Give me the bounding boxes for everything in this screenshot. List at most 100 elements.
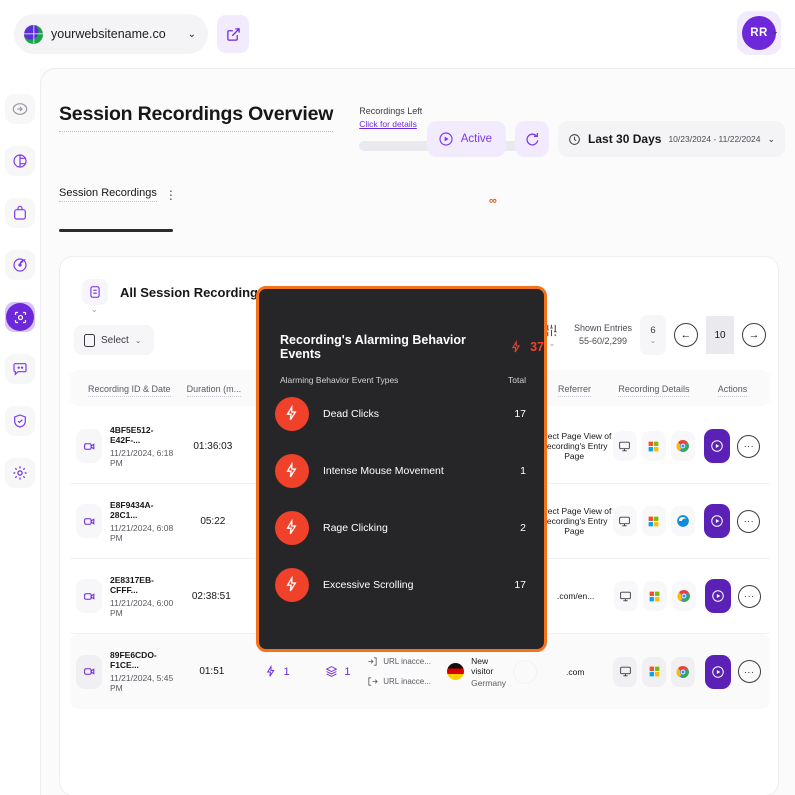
visitor-country: Germany (471, 678, 506, 688)
gear-icon (12, 465, 28, 481)
popover-title-row: Recording's Alarming Behavior Events 37 (259, 289, 544, 361)
chevron-down-icon: ⌄ (91, 305, 98, 314)
bag-icon (12, 205, 28, 221)
recording-id: 2E8317EB-CFFF... (110, 575, 177, 595)
shield-check-icon (12, 413, 28, 429)
alarming-behavior-icon (265, 665, 278, 678)
kebab-menu-icon[interactable]: ⋮ (165, 188, 178, 202)
play-icon (711, 589, 725, 603)
video-icon (76, 429, 102, 463)
recording-id-cell: 89FE6CDO-F1CE... 11/21/2024, 5:45 PM (70, 650, 177, 693)
select-dropdown[interactable]: Select ⌄ (74, 325, 154, 355)
monitor-icon[interactable] (613, 431, 637, 461)
rows-per-page-select[interactable]: 6 ⌄ (640, 315, 666, 355)
alarming-cell[interactable]: 1 (246, 665, 308, 678)
sidebar-item-session-recordings[interactable] (5, 302, 35, 332)
refresh-icon (524, 131, 540, 147)
recording-date: 11/21/2024, 6:08 PM (110, 523, 178, 543)
play-recording-button[interactable] (704, 504, 730, 538)
sidebar-item-settings[interactable] (5, 458, 35, 488)
recording-details-cell (614, 581, 696, 611)
site-selector[interactable]: yourwebsitename.co ⌄ (14, 14, 208, 54)
column-header-recording-details[interactable]: Recording Details (618, 384, 689, 397)
next-page-button[interactable]: → (742, 323, 766, 347)
chevron-down-icon: ⌄ (549, 339, 556, 348)
alarming-behavior-icon (275, 511, 309, 545)
video-glyph-icon (83, 515, 96, 528)
avatar[interactable]: RR ⌄ (737, 11, 781, 55)
popover-event-label: Excessive Scrolling (323, 579, 514, 591)
pie-chart-icon (12, 153, 28, 169)
play-icon (710, 514, 724, 528)
windows-icon[interactable] (642, 657, 666, 687)
prev-page-button[interactable]: ← (674, 323, 698, 347)
current-page-number[interactable]: 10 (706, 316, 734, 354)
video-icon (76, 655, 102, 689)
refresh-button[interactable] (515, 121, 549, 157)
tab-session-recordings[interactable]: Session Recordings (59, 187, 157, 202)
date-range-picker[interactable]: Last 30 Days 10/23/2024 - 11/22/2024 ⌄ (558, 121, 785, 157)
sidebar-item-feedback[interactable] (5, 354, 35, 384)
popover-event-total: 17 (514, 579, 526, 591)
popover-total-count: 37 (530, 340, 544, 354)
play-circle-icon (438, 131, 454, 147)
video-glyph-icon (83, 665, 96, 678)
monitor-icon[interactable] (613, 506, 637, 536)
monitor-icon[interactable] (613, 657, 637, 687)
column-header-duration[interactable]: Duration (m... (187, 384, 242, 397)
visitor-cell: New visitor Germany (447, 656, 537, 688)
chrome-icon[interactable] (671, 431, 695, 461)
row-more-button[interactable]: ··· (737, 510, 760, 533)
chrome-icon[interactable] (671, 657, 695, 687)
status-label: Active (461, 133, 492, 145)
visited-pages-cell[interactable]: 1 (309, 665, 368, 678)
edge-icon[interactable] (671, 506, 695, 536)
page-title: Session Recordings Overview (59, 103, 333, 132)
windows-icon[interactable] (642, 431, 666, 461)
sidebar-item-analytics[interactable] (5, 146, 35, 176)
exit-url-text: URL inacce... (383, 677, 431, 686)
play-recording-button[interactable] (704, 429, 730, 463)
video-icon (76, 504, 102, 538)
video-glyph-icon (83, 590, 96, 603)
row-more-button[interactable]: ··· (737, 435, 760, 458)
popover-event-row: Dead Clicks 17 (259, 385, 544, 442)
popover-event-total: 17 (514, 408, 526, 420)
recording-target-icon (13, 310, 28, 325)
open-site-button[interactable] (217, 15, 249, 53)
play-recording-button[interactable] (705, 655, 731, 689)
play-recording-button[interactable] (705, 579, 731, 613)
exit-arrow-icon (367, 676, 378, 687)
popover-column-headers: Alarming Behavior Event Types Total (259, 361, 544, 385)
column-header-recording-id[interactable]: Recording ID & Date (88, 384, 171, 397)
recording-id-cell: 4BF5E512-E42F-... 11/21/2024, 6:18 PM (70, 425, 178, 468)
row-more-button[interactable]: ··· (738, 585, 761, 608)
monitor-icon[interactable] (614, 581, 638, 611)
header-controls: Active Last 30 Days 10/23/2024 - 11/22/2… (427, 121, 785, 157)
tab-active-underline (59, 229, 173, 232)
chrome-icon[interactable] (672, 581, 696, 611)
column-header-actions[interactable]: Actions (718, 384, 748, 397)
windows-icon[interactable] (643, 581, 667, 611)
sidebar-item-privacy[interactable] (5, 406, 35, 436)
exit-url: URL inacce... (367, 676, 447, 687)
checkbox-icon (84, 334, 95, 347)
status-button[interactable]: Active (427, 121, 506, 157)
popover-event-label: Rage Clicking (323, 522, 520, 534)
actions-cell: ··· (696, 579, 770, 613)
referrer-cell: .com/en... (538, 591, 614, 601)
visitor-avatar-placeholder (513, 660, 537, 684)
windows-icon[interactable] (642, 506, 666, 536)
alarming-behavior-icon (275, 454, 309, 488)
date-range-value: 10/23/2024 - 11/22/2024 (668, 134, 760, 144)
actions-cell: ··· (695, 655, 770, 689)
duration-cell: 05:22 (178, 516, 248, 527)
sidebar-item-dashboard[interactable] (5, 94, 35, 124)
sidebar-item-funnels[interactable] (5, 198, 35, 228)
row-more-button[interactable]: ··· (738, 660, 761, 683)
sidebar-item-heatmaps[interactable] (5, 250, 35, 280)
video-icon (76, 579, 102, 613)
column-header-referrer[interactable]: Referrer (558, 384, 591, 397)
play-icon (711, 665, 725, 679)
rows-per-page-value: 6 (650, 325, 655, 336)
